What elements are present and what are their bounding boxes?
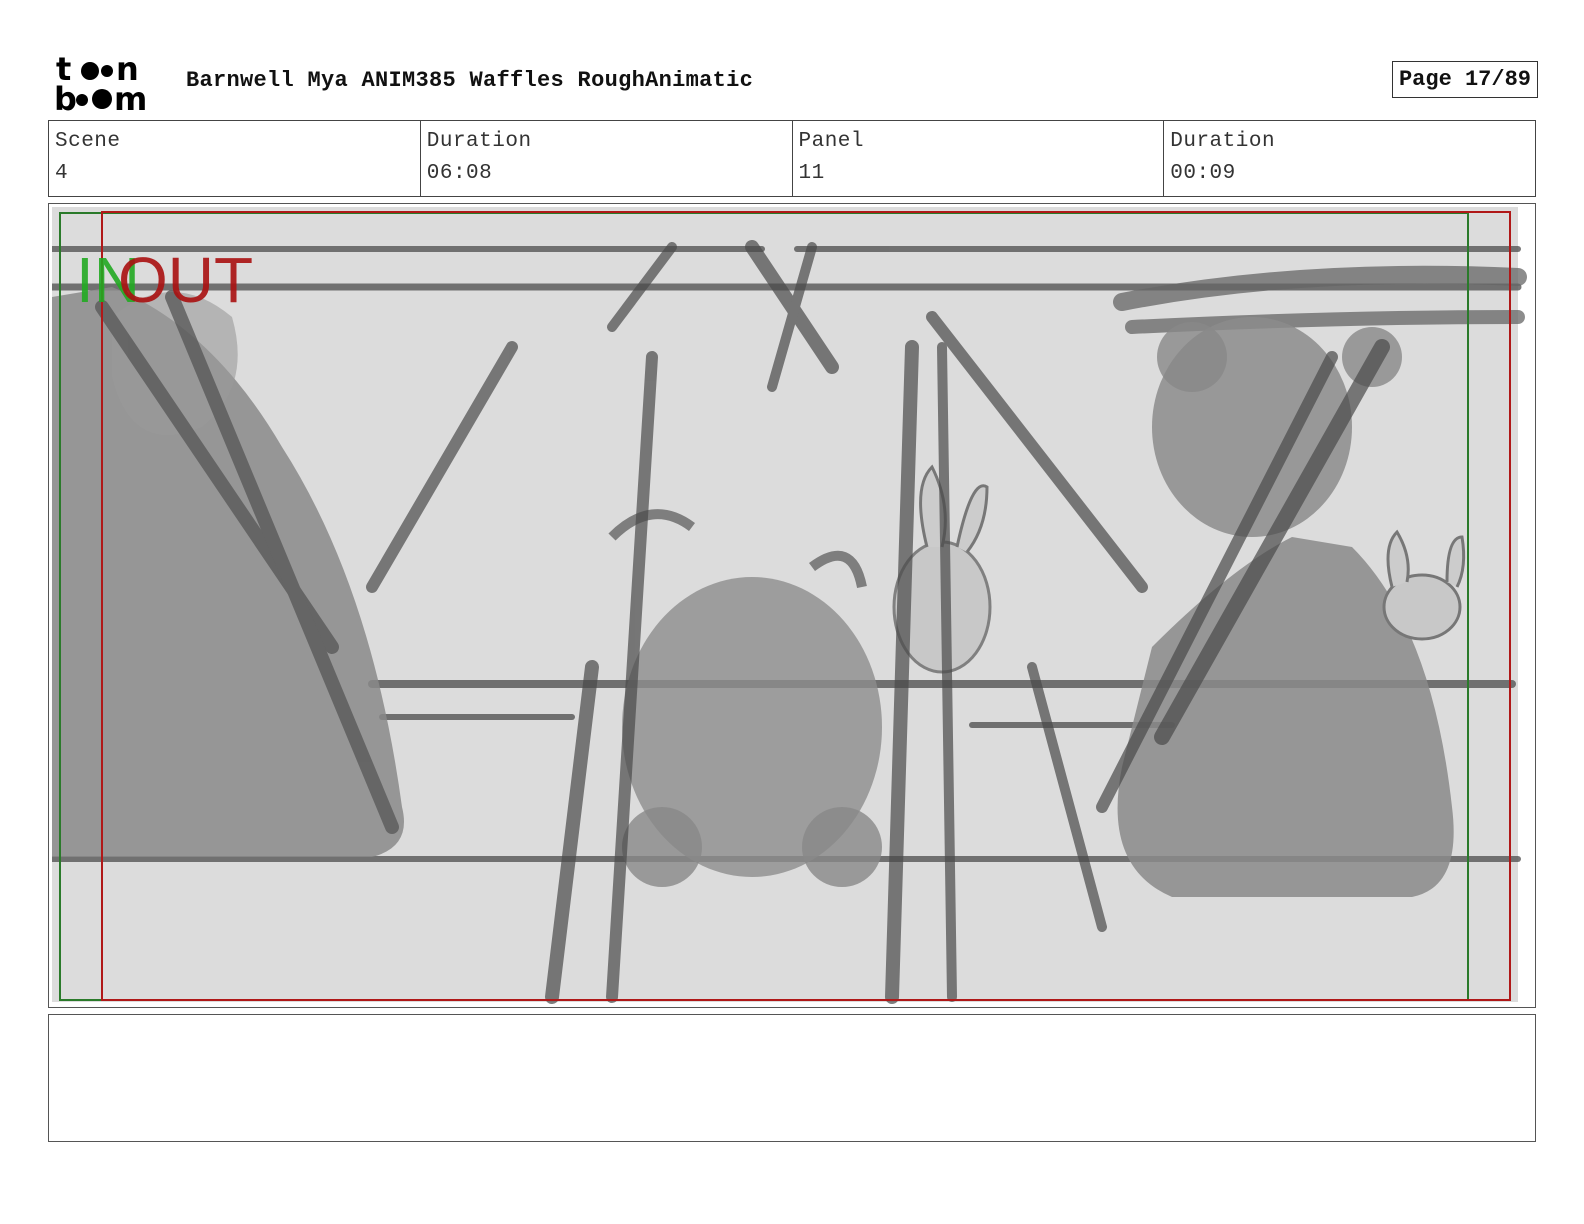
page-indicator: Page 17/89 bbox=[1391, 61, 1538, 98]
storyboard-panel: IN OUT bbox=[48, 203, 1536, 1008]
scene-duration-label: Duration bbox=[426, 130, 532, 153]
panel-notes-box bbox=[48, 1014, 1536, 1142]
panel-label: Panel bbox=[798, 130, 865, 153]
rough-sketch-image: IN OUT bbox=[52, 207, 1527, 1004]
svg-text:b: b bbox=[54, 80, 77, 112]
document-title: Barnwell Mya ANIM385 Waffles RoughAnimat… bbox=[186, 68, 754, 93]
panel-value: 11 bbox=[798, 162, 825, 185]
out-marker: OUT bbox=[118, 244, 253, 316]
scene-cell: Scene 4 bbox=[49, 121, 421, 196]
panel-duration-value: 00:09 bbox=[1170, 162, 1236, 185]
panel-duration-label: Duration bbox=[1170, 130, 1276, 153]
scene-label: Scene bbox=[55, 130, 121, 153]
scene-duration-value: 06:08 bbox=[426, 162, 493, 185]
scene-value: 4 bbox=[55, 162, 69, 185]
panel-duration-cell: Duration 00:09 bbox=[1164, 121, 1535, 196]
scene-info-row: Scene 4 Duration 06:08 Panel 11 Duration… bbox=[48, 120, 1536, 197]
toon-boom-logo: t n b m bbox=[54, 52, 147, 112]
panel-cell: Panel 11 bbox=[793, 121, 1165, 196]
scene-duration-cell: Duration 06:08 bbox=[421, 121, 793, 196]
page-header: t n b m Barnwell Mya ANIM385 Waffles Rou… bbox=[48, 48, 1538, 114]
svg-text:m: m bbox=[114, 80, 147, 112]
